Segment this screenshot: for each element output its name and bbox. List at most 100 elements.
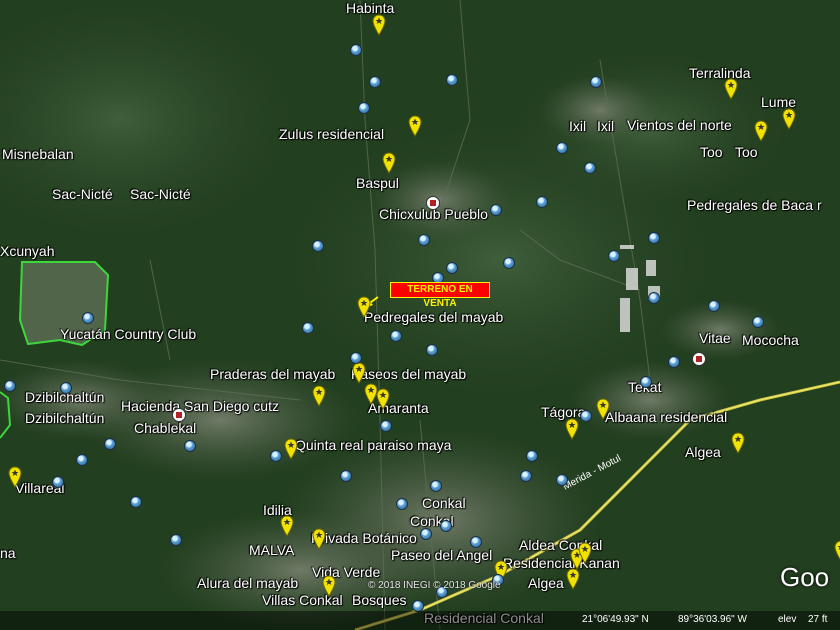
place-dot-icon[interactable] — [60, 382, 72, 394]
place-dot-icon[interactable] — [556, 142, 568, 154]
place-dot-icon[interactable] — [640, 376, 652, 388]
place-dot-icon[interactable] — [270, 450, 282, 462]
pushpin-icon[interactable] — [754, 120, 768, 142]
place-dot-icon[interactable] — [668, 356, 680, 368]
place-dot-icon[interactable] — [503, 257, 515, 269]
place-dot-icon[interactable] — [396, 498, 408, 510]
place-dot-icon[interactable] — [648, 232, 660, 244]
place-label[interactable]: Chablekal — [134, 420, 196, 436]
pushpin-icon[interactable] — [565, 418, 579, 440]
place-dot-icon[interactable] — [608, 250, 620, 262]
pushpin-icon[interactable] — [312, 528, 326, 550]
place-dot-icon[interactable] — [580, 410, 592, 422]
place-label[interactable]: Quinta real paraiso maya — [295, 437, 451, 453]
place-label[interactable]: Alura del mayab — [197, 575, 298, 591]
pushpin-icon[interactable] — [724, 78, 738, 100]
place-label[interactable]: Misnebalan — [2, 146, 74, 162]
place-label[interactable]: Vientos del norte — [627, 117, 732, 133]
place-dot-icon[interactable] — [556, 474, 568, 486]
place-dot-icon[interactable] — [584, 162, 596, 174]
place-label[interactable]: Too — [700, 144, 723, 160]
place-dot-icon[interactable] — [302, 322, 314, 334]
pushpin-icon[interactable] — [566, 568, 580, 590]
place-dot-icon[interactable] — [420, 528, 432, 540]
place-label[interactable]: Residencial Kanan — [503, 555, 620, 571]
place-label[interactable]: Mococha — [742, 332, 799, 348]
pushpin-icon[interactable] — [596, 398, 610, 420]
place-label[interactable]: na — [0, 545, 16, 561]
place-label[interactable]: Baspul — [356, 175, 399, 191]
place-label[interactable]: Pedregales del mayab — [364, 309, 503, 325]
pushpin-icon[interactable] — [408, 115, 422, 137]
place-dot-icon[interactable] — [446, 74, 458, 86]
place-label[interactable]: Albaana residencial — [605, 409, 727, 425]
place-label[interactable]: Sac-Nicté — [52, 186, 113, 202]
satellite-map[interactable]: Merida - Motul Habinta Terralinda Lume Zulu… — [0, 0, 840, 630]
place-dot-icon[interactable] — [350, 44, 362, 56]
place-dot-icon[interactable] — [130, 496, 142, 508]
place-dot-icon[interactable] — [104, 438, 116, 450]
pushpin-icon[interactable] — [280, 515, 294, 537]
pushpin-icon[interactable] — [352, 362, 366, 384]
place-dot-icon[interactable] — [170, 534, 182, 546]
place-dot-icon[interactable] — [752, 316, 764, 328]
place-dot-icon[interactable] — [470, 536, 482, 548]
place-dot-icon[interactable] — [350, 352, 362, 364]
place-dot-icon[interactable] — [184, 440, 196, 452]
place-label[interactable]: Zulus residencial — [279, 126, 384, 142]
place-label[interactable]: Bosques — [352, 592, 406, 608]
place-label[interactable]: Too — [735, 144, 758, 160]
place-label[interactable]: Conkal — [422, 495, 466, 511]
pushpin-icon[interactable] — [372, 14, 386, 36]
place-dot-icon[interactable] — [390, 330, 402, 342]
place-dot-icon[interactable] — [82, 312, 94, 324]
place-label[interactable]: Ixil — [569, 118, 586, 134]
pushpin-icon[interactable] — [834, 540, 840, 562]
pushpin-icon[interactable] — [312, 385, 326, 407]
place-dot-icon[interactable] — [358, 102, 370, 114]
place-label[interactable]: Algea — [685, 444, 721, 460]
place-label[interactable]: Dzibilchaltún — [25, 410, 104, 426]
place-dot-icon[interactable] — [4, 380, 16, 392]
place-label[interactable]: Yucatán Country Club — [60, 326, 196, 342]
place-dot-icon[interactable] — [426, 344, 438, 356]
place-label[interactable]: Paseo del Angel — [391, 547, 492, 563]
place-label[interactable]: Paseos del mayab — [351, 366, 466, 382]
place-label[interactable]: Vitae — [699, 330, 731, 346]
place-dot-icon[interactable] — [418, 234, 430, 246]
place-label[interactable]: Hacienda San Diego cutz — [121, 398, 279, 414]
place-dot-icon[interactable] — [446, 262, 458, 274]
place-dot-icon[interactable] — [369, 76, 381, 88]
place-dot-icon[interactable] — [52, 476, 64, 488]
pushpin-icon[interactable] — [322, 575, 336, 597]
pushpin-icon[interactable] — [382, 152, 396, 174]
place-dot-icon[interactable] — [76, 454, 88, 466]
town-hall-icon[interactable] — [426, 196, 440, 210]
place-dot-icon[interactable] — [312, 240, 324, 252]
town-hall-icon[interactable] — [172, 408, 186, 422]
place-dot-icon[interactable] — [526, 450, 538, 462]
place-dot-icon[interactable] — [536, 196, 548, 208]
pushpin-icon[interactable] — [357, 296, 371, 318]
place-label[interactable]: Habinta — [346, 0, 394, 16]
place-label[interactable]: Algea — [528, 575, 564, 591]
place-dot-icon[interactable] — [520, 470, 532, 482]
pushpin-icon[interactable] — [284, 438, 298, 460]
pushpin-icon[interactable] — [8, 466, 22, 488]
place-dot-icon[interactable] — [440, 520, 452, 532]
place-dot-icon[interactable] — [380, 420, 392, 432]
pushpin-icon[interactable] — [731, 432, 745, 454]
place-dot-icon[interactable] — [430, 480, 442, 492]
place-label[interactable]: Ixil — [597, 118, 614, 134]
place-label[interactable]: Praderas del mayab — [210, 366, 335, 382]
pushpin-icon[interactable] — [376, 388, 390, 410]
town-hall-icon[interactable] — [692, 352, 706, 366]
pushpin-icon[interactable] — [578, 542, 592, 564]
place-dot-icon[interactable] — [340, 470, 352, 482]
place-label[interactable]: MALVA — [249, 542, 294, 558]
place-label[interactable]: Privada Botánico — [311, 530, 417, 546]
place-dot-icon[interactable] — [708, 300, 720, 312]
place-label[interactable]: Pedregales de Baca r — [687, 197, 822, 213]
place-dot-icon[interactable] — [648, 292, 660, 304]
pushpin-icon[interactable] — [782, 108, 796, 130]
